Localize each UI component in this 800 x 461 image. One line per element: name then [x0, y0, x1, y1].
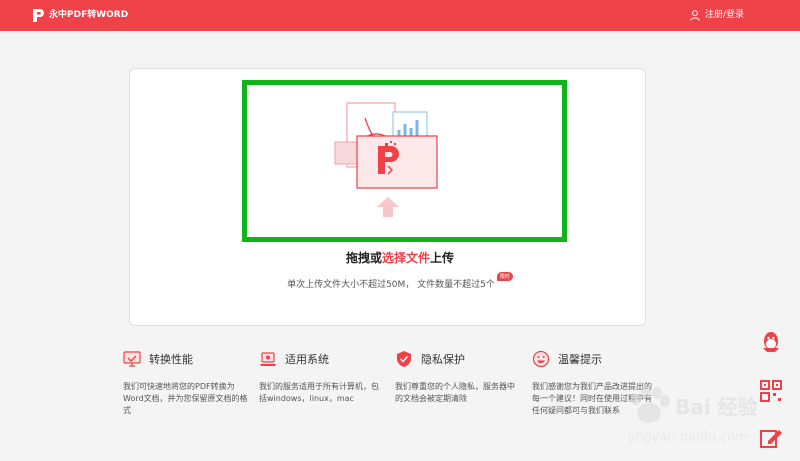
top-bar: 永中PDF转WORD 注册/登录 [0, 0, 800, 31]
smile-icon [532, 350, 550, 368]
upload-title: 拖拽或选择文件上传 [0, 249, 800, 266]
app-logo-icon [33, 9, 44, 22]
upload-note-text: 单次上传文件大小不超过50M， 文件数量不超过5个 [287, 280, 495, 290]
feature-desc: 我们的服务适用于所有计算机，包括windows，linux，mac [259, 382, 379, 403]
watermark-url: jingyan.baidu.com [628, 430, 748, 445]
user-icon [690, 10, 700, 21]
qq-contact-icon[interactable] [758, 330, 784, 356]
shield-check-icon [397, 351, 411, 367]
upload-title-prefix: 拖拽或 [345, 251, 382, 265]
feature-performance: 转换性能 我们可快速地将您的PDF转换为Word文档，并为您保留原文档的格式 [123, 350, 248, 417]
laptop-icon [260, 352, 276, 366]
feature-privacy: 隐私保护 我们尊重您的个人隐私，服务器中的文档会被定期清除 [395, 350, 520, 405]
feature-title: 隐私保护 [421, 353, 465, 366]
feedback-edit-icon[interactable] [758, 425, 784, 451]
limited-time-badge: 限时 [496, 272, 513, 281]
login-label: 注册/登录 [704, 10, 744, 20]
feature-tips: 温馨提示 我们感谢您为我们产品改进提出的每一个建议！同时在使用过程中有任何疑问都… [532, 350, 657, 417]
login-button[interactable]: 注册/登录 [690, 8, 744, 23]
feature-title: 温馨提示 [558, 353, 602, 366]
app-title: 永中PDF转WORD [49, 10, 129, 20]
upload-title-suffix: 上传 [430, 251, 455, 265]
select-file-link[interactable]: 选择文件 [382, 251, 430, 265]
feature-title: 转换性能 [149, 353, 193, 366]
watermark-text: Bai 经验 [675, 395, 758, 419]
qr-code-icon[interactable] [758, 378, 784, 404]
feature-desc: 我们可快速地将您的PDF转换为Word文档，并为您保留原文档的格式 [123, 382, 248, 415]
pdf-folder-illustration-icon [334, 102, 438, 217]
upload-limit-note: 单次上传文件大小不超过50M， 文件数量不超过5个限时 [0, 272, 800, 290]
feature-systems: 适用系统 我们的服务适用于所有计算机，包括windows，linux，mac [259, 350, 384, 405]
monitor-check-icon [123, 351, 141, 367]
feature-desc: 我们感谢您为我们产品改进提出的每一个建议！同时在使用过程中有任何疑问都可与我们联… [532, 382, 652, 415]
feature-title: 适用系统 [285, 353, 329, 366]
feature-desc: 我们尊重您的个人隐私，服务器中的文档会被定期清除 [395, 382, 515, 403]
